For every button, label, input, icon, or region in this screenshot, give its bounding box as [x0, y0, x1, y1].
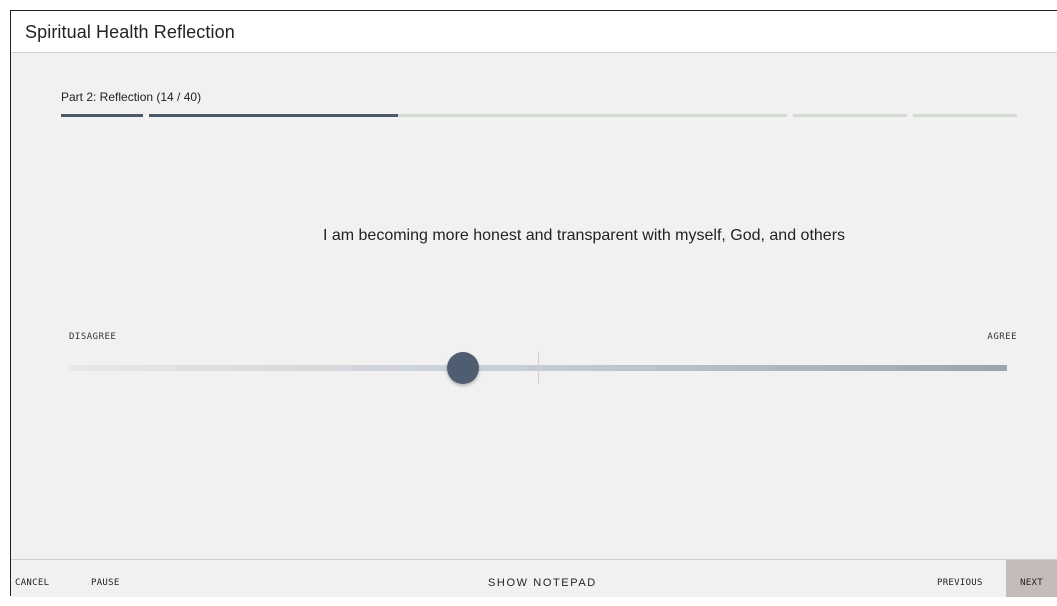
question-statement: I am becoming more honest and transparen…	[322, 227, 846, 244]
progress-segment-part-4	[913, 114, 1017, 117]
progress-segment-part-1	[61, 114, 143, 117]
cancel-button[interactable]: CANCEL	[15, 560, 49, 597]
disagree-label: DISAGREE	[69, 332, 117, 342]
app-window: Spiritual Health Reflection Part 2: Refl…	[10, 10, 1057, 597]
progress-segment-part-2	[149, 114, 787, 117]
next-button[interactable]: NEXT	[1006, 560, 1057, 597]
progress-label: Part 2: Reflection (14 / 40)	[61, 90, 202, 104]
title-bar: Spiritual Health Reflection	[11, 11, 1057, 53]
agreement-slider[interactable]	[69, 351, 1007, 391]
progress-segment-part-3	[793, 114, 907, 117]
footer-bar: CANCEL PAUSE SHOW NOTEPAD PREVIOUS NEXT	[11, 559, 1057, 597]
previous-button[interactable]: PREVIOUS	[937, 560, 983, 597]
slider-thumb[interactable]	[446, 352, 479, 384]
progress-bar	[61, 114, 1017, 118]
progress-fill-part-1	[61, 114, 143, 117]
agree-label: AGREE	[987, 332, 1017, 342]
slider-midpoint-marker	[538, 351, 539, 384]
progress-fill-part-2	[149, 114, 398, 117]
page-title: Spiritual Health Reflection	[25, 22, 235, 42]
show-notepad-button[interactable]: SHOW NOTEPAD	[488, 560, 597, 597]
pause-button[interactable]: PAUSE	[91, 560, 120, 597]
